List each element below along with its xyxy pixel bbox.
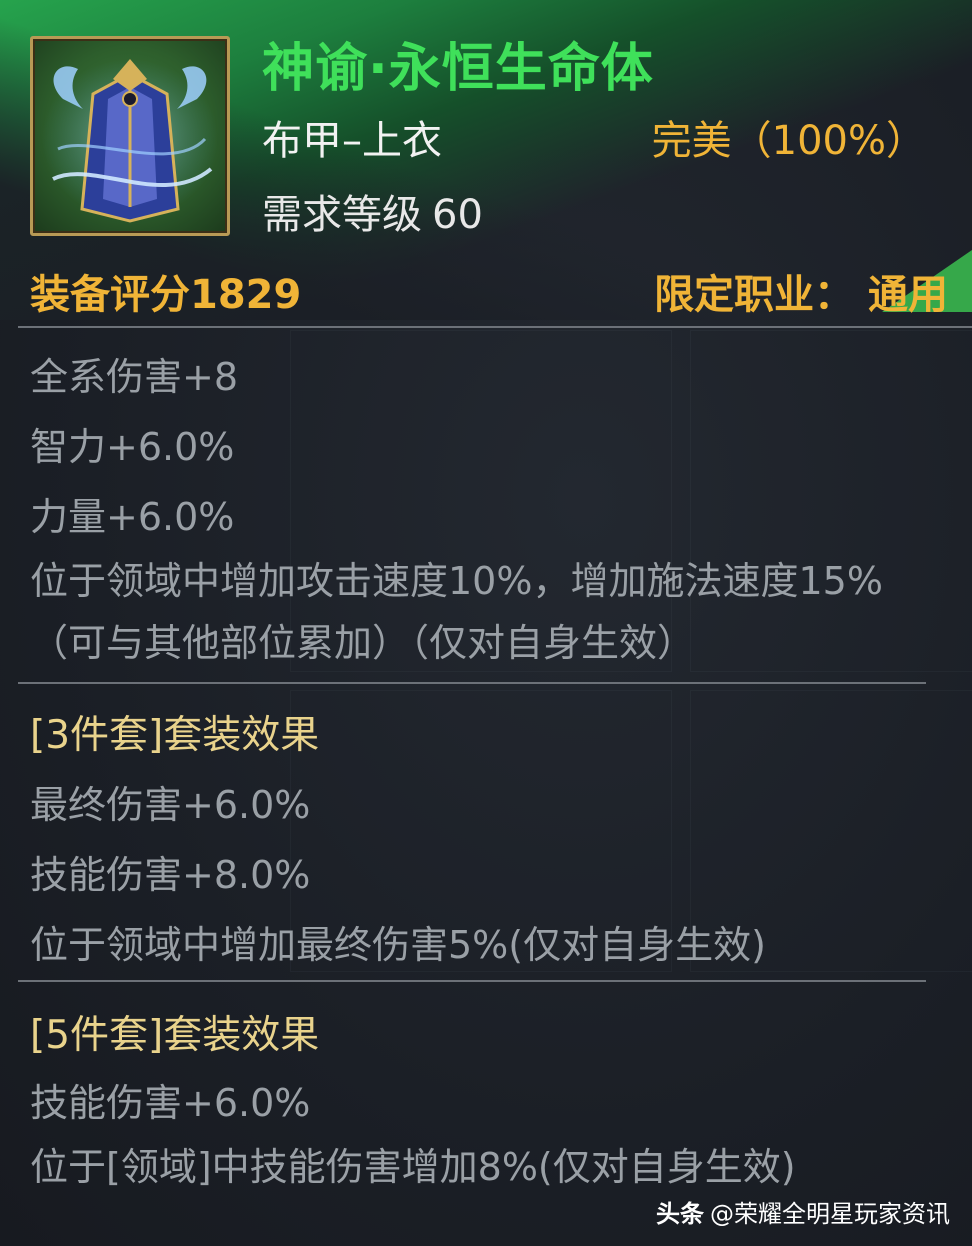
item-icon[interactable] bbox=[30, 36, 230, 236]
set-effect-line: 最终伤害+6.0% bbox=[30, 783, 311, 827]
divider bbox=[18, 326, 972, 328]
divider bbox=[18, 682, 926, 684]
required-level: 需求等级 60 bbox=[262, 182, 483, 240]
item-quality: 完美（100%） bbox=[651, 118, 926, 164]
class-restriction: 限定职业： 通用 bbox=[654, 272, 948, 318]
set-effect-line: 位于领域中增加最终伤害5%(仅对自身生效) bbox=[30, 923, 766, 967]
watermark: 头条 @荣耀全明星玩家资讯 bbox=[656, 1194, 950, 1229]
set-effect-line: 技能伤害+8.0% bbox=[30, 853, 311, 897]
required-level-value: 60 bbox=[432, 192, 483, 238]
stat-line: 力量+6.0% bbox=[30, 495, 235, 539]
watermark-brand: 头条 bbox=[656, 1200, 704, 1228]
item-tooltip: 神谕·永恒生命体 布甲–上衣 完美（100%） 需求等级 60 装备评分1829 … bbox=[0, 0, 972, 1246]
item-name: 神谕·永恒生命体 bbox=[262, 39, 654, 99]
watermark-account: @荣耀全明星玩家资讯 bbox=[710, 1200, 950, 1228]
stat-line: 位于领域中增加攻击速度10%，增加施法速度15%（可与其他部位累加）（仅对自身生… bbox=[30, 559, 883, 665]
equipment-score: 装备评分1829 bbox=[30, 272, 302, 318]
item-type: 布甲–上衣 bbox=[262, 118, 442, 164]
robe-armor-icon bbox=[42, 59, 218, 223]
set-bonus-5-title: [5件套]套装效果 bbox=[30, 1013, 320, 1058]
stat-line: 智力+6.0% bbox=[30, 425, 235, 469]
divider bbox=[18, 980, 926, 982]
required-level-label: 需求等级 bbox=[262, 192, 422, 238]
stat-line: 全系伤害+8 bbox=[30, 355, 239, 399]
set-effect-line: 技能伤害+6.0% bbox=[30, 1081, 311, 1125]
set-bonus-3-title: [3件套]套装效果 bbox=[30, 713, 320, 758]
set-effect-line: 位于[领域]中技能伤害增加8%(仅对自身生效) bbox=[30, 1145, 796, 1189]
